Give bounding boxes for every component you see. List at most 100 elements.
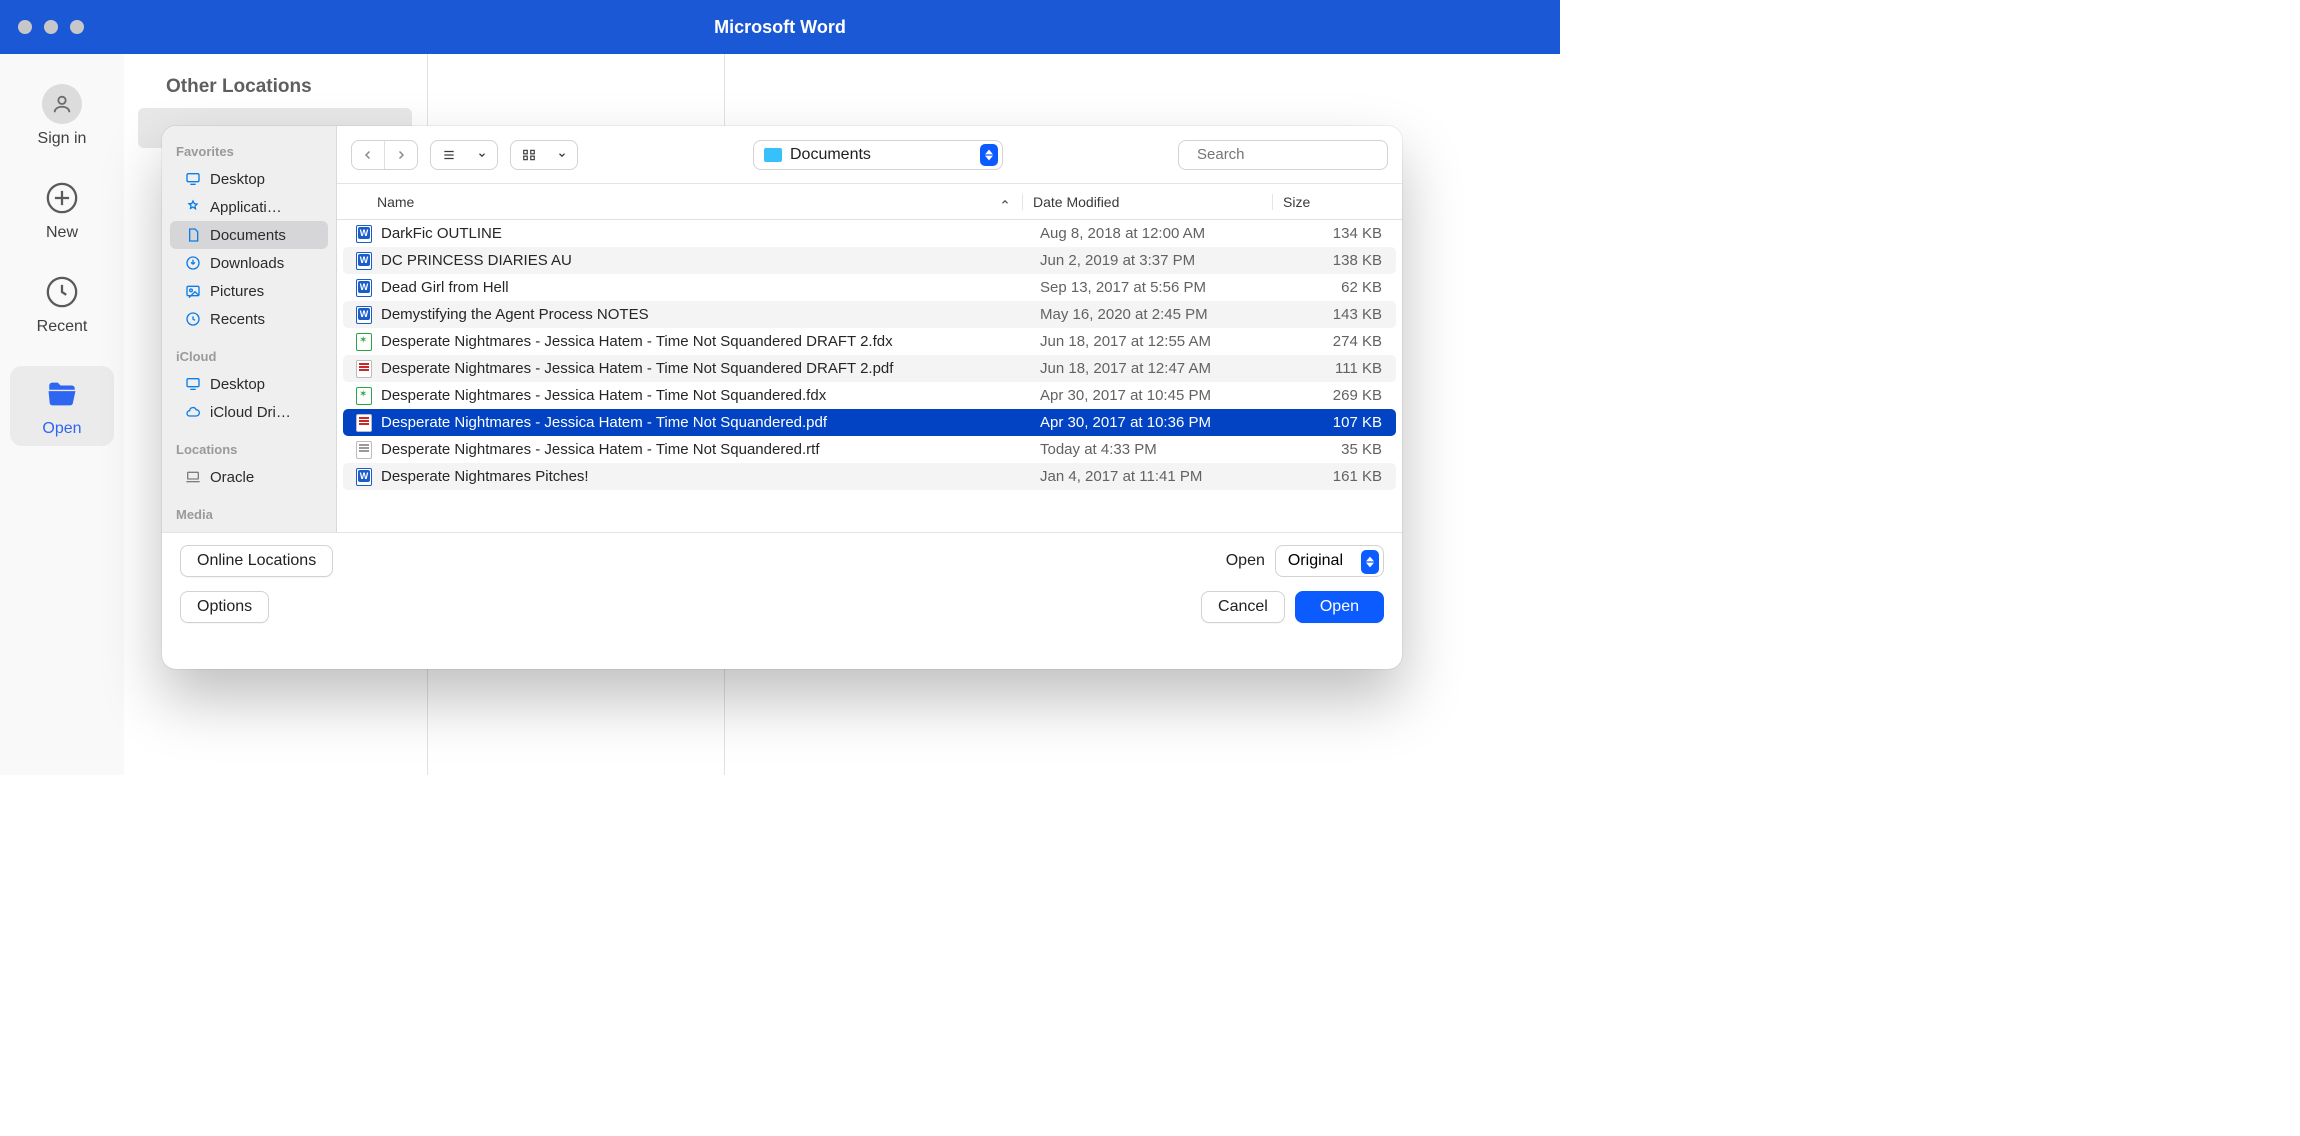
file-size: 269 KB	[1278, 387, 1396, 404]
sidebar-item-documents[interactable]: Documents	[170, 221, 328, 249]
file-size: 274 KB	[1278, 333, 1396, 350]
file-size: 107 KB	[1278, 414, 1396, 431]
file-name: Desperate Nightmares - Jessica Hatem - T…	[381, 414, 1030, 431]
sidebar-item-pictures[interactable]: Pictures	[170, 277, 328, 305]
group-button[interactable]	[510, 140, 578, 170]
window-maximize-button[interactable]	[70, 20, 84, 34]
apps-icon	[184, 198, 202, 216]
file-size: 161 KB	[1278, 468, 1396, 485]
sidebar-item-icloud-drive[interactable]: iCloud Dri…	[170, 398, 328, 426]
open-dialog: Favorites Desktop Applicati… Documents D…	[162, 126, 1402, 669]
desktop-icon	[184, 170, 202, 188]
file-row[interactable]: Desperate Nightmares - Jessica Hatem - T…	[343, 436, 1396, 463]
clock-icon	[184, 310, 202, 328]
sidebar-item-downloads[interactable]: Downloads	[170, 249, 328, 277]
view-list-button[interactable]	[430, 140, 498, 170]
file-date: Sep 13, 2017 at 5:56 PM	[1030, 279, 1278, 296]
file-name: DarkFic OUTLINE	[381, 225, 1030, 242]
file-name: Desperate Nightmares - Jessica Hatem - T…	[381, 441, 1030, 458]
file-row[interactable]: DC PRINCESS DIARIES AUJun 2, 2019 at 3:3…	[343, 247, 1396, 274]
column-size[interactable]: Size	[1272, 194, 1402, 210]
pictures-icon	[184, 282, 202, 300]
file-row[interactable]: Dead Girl from HellSep 13, 2017 at 5:56 …	[343, 274, 1396, 301]
online-locations-button[interactable]: Online Locations	[180, 545, 333, 577]
search-field[interactable]	[1178, 140, 1388, 170]
sidebar-item-label: Oracle	[210, 469, 254, 486]
file-size: 138 KB	[1278, 252, 1396, 269]
dropdown-stepper-icon	[1361, 550, 1379, 574]
sidebar-head-media: Media	[162, 501, 336, 528]
file-date: Jan 4, 2017 at 11:41 PM	[1030, 468, 1278, 485]
column-name[interactable]: Name	[337, 194, 1022, 210]
forward-button[interactable]	[385, 141, 417, 169]
file-row[interactable]: Desperate Nightmares - Jessica Hatem - T…	[343, 409, 1396, 436]
recent-button[interactable]: Recent	[0, 272, 124, 336]
file-name: Demystifying the Agent Process NOTES	[381, 306, 1030, 323]
file-row[interactable]: DarkFic OUTLINEAug 8, 2018 at 12:00 AM13…	[343, 220, 1396, 247]
column-date[interactable]: Date Modified	[1022, 194, 1272, 210]
file-size: 111 KB	[1278, 360, 1396, 377]
file-row[interactable]: Desperate Nightmares - Jessica Hatem - T…	[343, 328, 1396, 355]
desktop-icon	[184, 375, 202, 393]
file-row[interactable]: Desperate Nightmares - Jessica Hatem - T…	[343, 382, 1396, 409]
sidebar-item-label: Applicati…	[210, 199, 282, 216]
cancel-button[interactable]: Cancel	[1201, 591, 1285, 623]
window-title: Microsoft Word	[714, 17, 846, 38]
recent-label: Recent	[37, 318, 88, 336]
sort-indicator-icon	[1000, 194, 1010, 210]
window-minimize-button[interactable]	[44, 20, 58, 34]
file-date: Apr 30, 2017 at 10:36 PM	[1030, 414, 1278, 431]
laptop-icon	[184, 468, 202, 486]
sign-in-button[interactable]: Sign in	[0, 84, 124, 148]
plus-circle-icon	[42, 178, 82, 218]
sidebar-item-label: Desktop	[210, 376, 265, 393]
file-list: DarkFic OUTLINEAug 8, 2018 at 12:00 AM13…	[337, 220, 1402, 532]
pdf-file-icon	[353, 412, 375, 434]
file-date: May 16, 2020 at 2:45 PM	[1030, 306, 1278, 323]
folder-icon	[764, 148, 782, 162]
window-close-button[interactable]	[18, 20, 32, 34]
file-size: 35 KB	[1278, 441, 1396, 458]
sidebar-item-label: Downloads	[210, 255, 284, 272]
folder-dropdown[interactable]: Documents	[753, 140, 1003, 170]
back-button[interactable]	[352, 141, 384, 169]
open-label-nav: Open	[42, 420, 81, 438]
word-file-icon	[353, 277, 375, 299]
titlebar: Microsoft Word	[0, 0, 1560, 54]
column-headers: Name Date Modified Size	[337, 184, 1402, 220]
word-file-icon	[353, 466, 375, 488]
sidebar-item-applications[interactable]: Applicati…	[170, 193, 328, 221]
file-name: DC PRINCESS DIARIES AU	[381, 252, 1030, 269]
sidebar-item-oracle[interactable]: Oracle	[170, 463, 328, 491]
file-size: 62 KB	[1278, 279, 1396, 296]
downloads-icon	[184, 254, 202, 272]
user-icon	[42, 84, 82, 124]
word-file-icon	[353, 223, 375, 245]
dialog-toolbar: Documents	[337, 126, 1402, 184]
nav-back-forward	[351, 140, 418, 170]
file-date: Jun 18, 2017 at 12:55 AM	[1030, 333, 1278, 350]
new-label: New	[46, 224, 78, 242]
folder-open-icon	[42, 374, 82, 414]
dialog-main: Documents Name	[337, 126, 1402, 532]
open-button-nav[interactable]: Open	[10, 366, 114, 446]
new-button[interactable]: New	[0, 178, 124, 242]
sidebar-head-locations: Locations	[162, 436, 336, 463]
options-button[interactable]: Options	[180, 591, 269, 623]
sign-in-label: Sign in	[38, 130, 87, 148]
file-name: Dead Girl from Hell	[381, 279, 1030, 296]
search-input[interactable]	[1197, 146, 1396, 163]
open-mode-value: Original	[1288, 552, 1343, 569]
sidebar-item-icloud-desktop[interactable]: Desktop	[170, 370, 328, 398]
fdx-file-icon	[353, 331, 375, 353]
sidebar-head-favorites: Favorites	[162, 138, 336, 165]
file-row[interactable]: Desperate Nightmares Pitches!Jan 4, 2017…	[343, 463, 1396, 490]
sidebar-item-label: Recents	[210, 311, 265, 328]
sidebar-item-recents[interactable]: Recents	[170, 305, 328, 333]
sidebar-item-desktop[interactable]: Desktop	[170, 165, 328, 193]
file-row[interactable]: Desperate Nightmares - Jessica Hatem - T…	[343, 355, 1396, 382]
open-button[interactable]: Open	[1295, 591, 1384, 623]
file-row[interactable]: Demystifying the Agent Process NOTESMay …	[343, 301, 1396, 328]
open-mode-select[interactable]: Original	[1275, 545, 1384, 577]
sidebar-item-label: Pictures	[210, 283, 264, 300]
